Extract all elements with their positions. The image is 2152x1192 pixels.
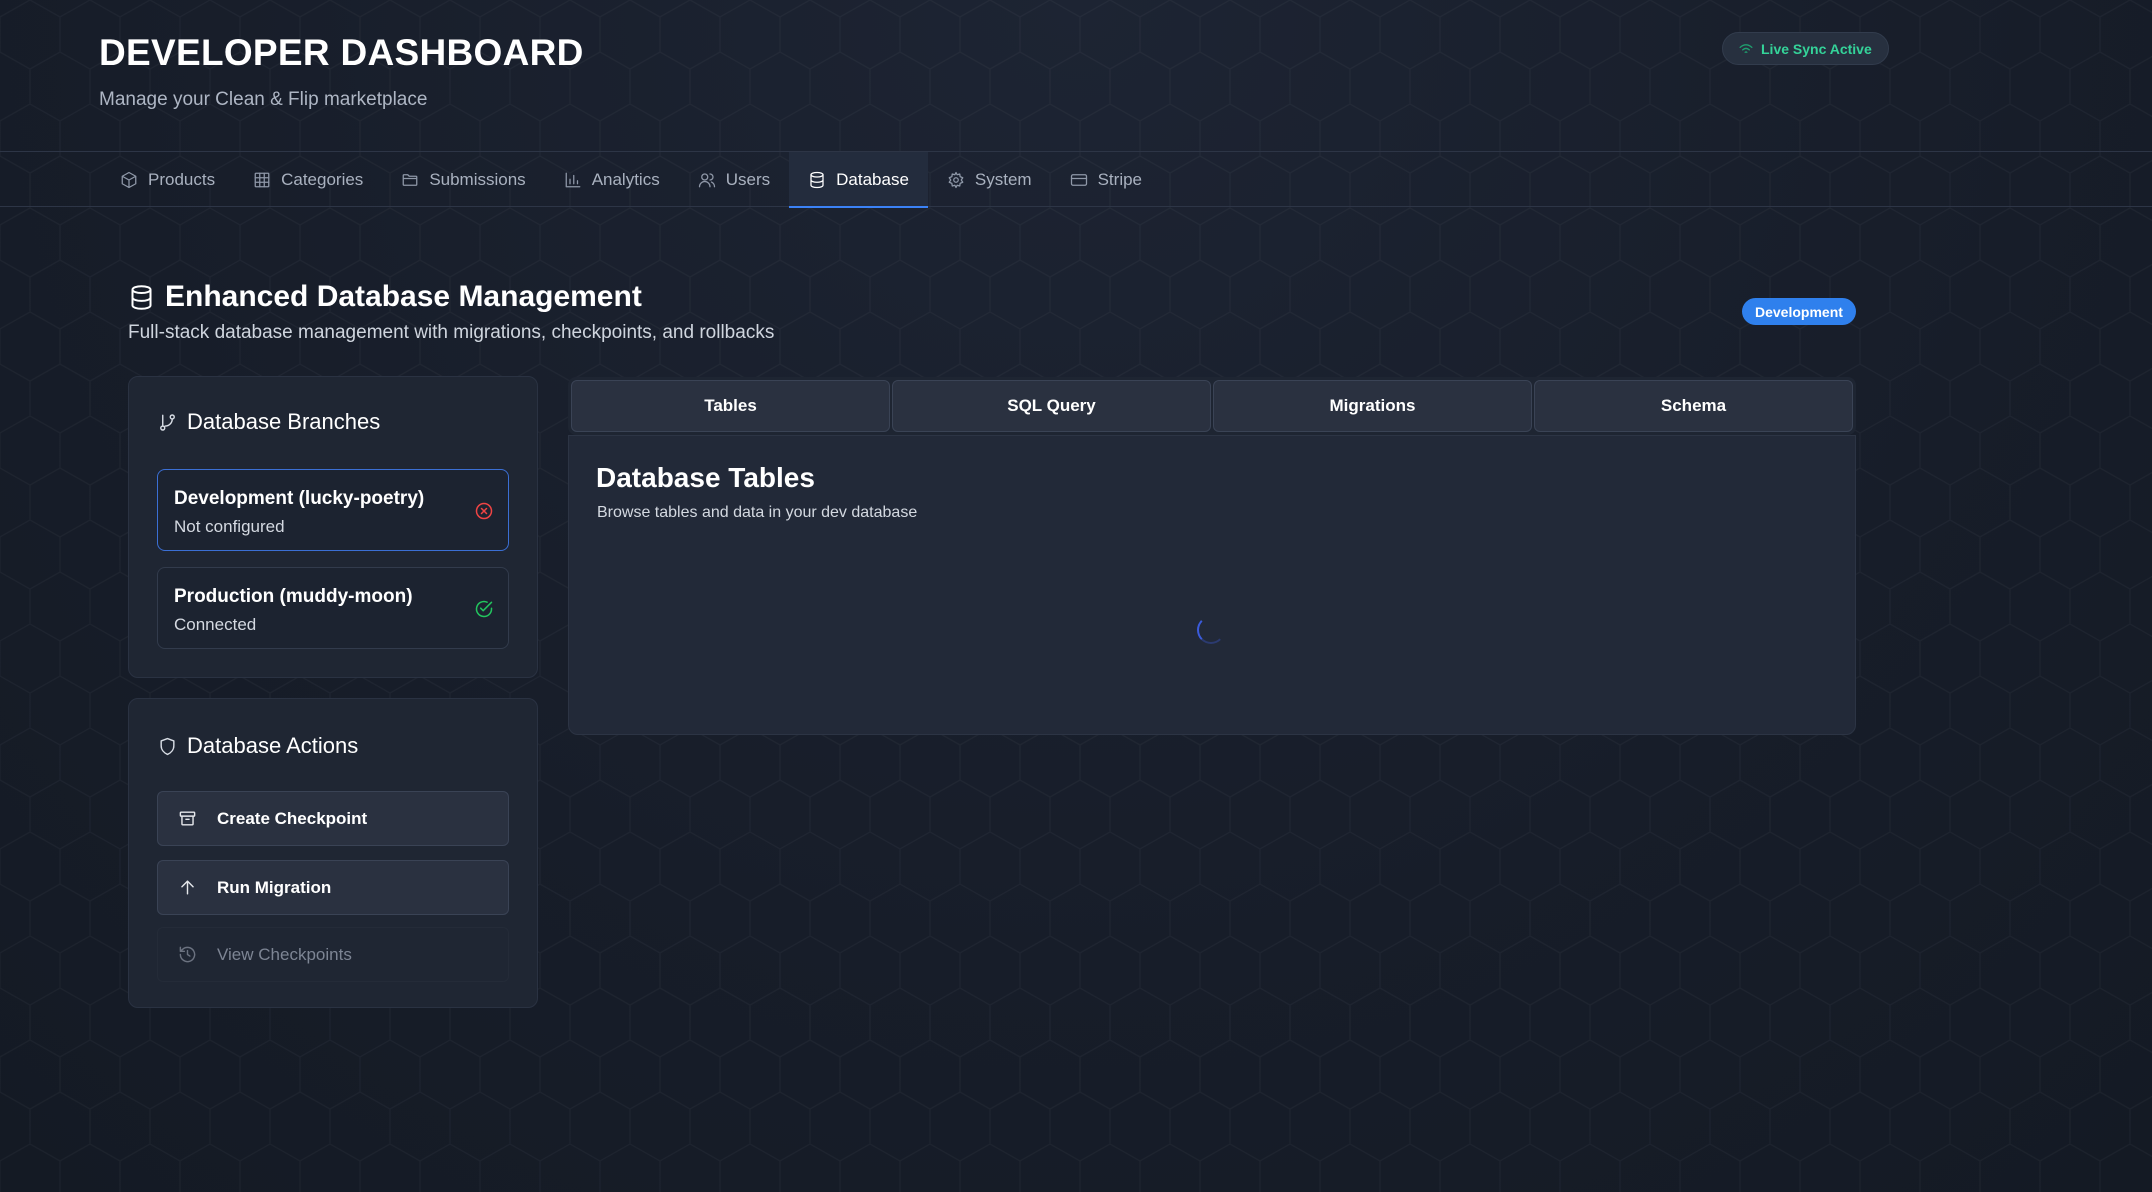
tab-system[interactable]: System <box>928 152 1051 207</box>
database-actions-card: Database Actions Create Checkpoint Run M… <box>128 698 538 1008</box>
branch-name: Development (lucky-poetry) <box>174 488 425 509</box>
branch-name: Production (muddy-moon) <box>174 586 413 607</box>
app-header: DEVELOPER DASHBOARD Manage your Clean & … <box>0 0 2152 152</box>
environment-badge: Development <box>1742 298 1856 325</box>
tab-schema[interactable]: Schema <box>1534 380 1853 432</box>
actions-title: Database Actions <box>158 733 358 759</box>
tab-label: Products <box>148 169 216 189</box>
history-icon <box>179 946 196 963</box>
bar-chart-icon <box>565 172 581 187</box>
view-checkpoints-label: View Checkpoints <box>217 944 352 964</box>
tab-label: Stripe <box>1097 169 1143 189</box>
arrow-up-icon <box>181 880 194 895</box>
database-tabs: Tables SQL Query Migrations Schema <box>568 377 1856 435</box>
loading-spinner <box>1197 616 1225 644</box>
tab-label: Users <box>725 169 771 189</box>
tab-sql-query[interactable]: SQL Query <box>892 380 1211 432</box>
tab-users[interactable]: Users <box>679 152 789 207</box>
panel-description: Browse tables and data in your dev datab… <box>597 504 918 521</box>
tab-label: Database <box>836 169 909 189</box>
grid-icon <box>254 172 270 187</box>
run-migration-button[interactable]: Run Migration <box>157 860 509 915</box>
tab-analytics[interactable]: Analytics <box>545 152 679 207</box>
branch-production[interactable]: Production (muddy-moon) Connected <box>157 567 509 649</box>
branch-status: Connected <box>174 615 257 634</box>
tab-submissions[interactable]: Submissions <box>382 152 544 207</box>
branch-development[interactable]: Development (lucky-poetry) Not configure… <box>157 469 509 551</box>
create-checkpoint-button[interactable]: Create Checkpoint <box>157 791 509 846</box>
box-icon <box>121 171 137 188</box>
tab-label: System <box>974 169 1032 189</box>
wifi-icon <box>1739 43 1753 53</box>
database-icon <box>131 284 152 310</box>
branch-status: Not configured <box>174 517 285 536</box>
database-branches-card: Database Branches Development (lucky-poe… <box>128 376 538 678</box>
credit-card-icon <box>1070 173 1087 186</box>
actions-title-label: Database Actions <box>187 733 359 758</box>
tab-database[interactable]: Database <box>789 152 928 208</box>
page-title: Enhanced Database Management <box>165 280 642 313</box>
tab-label: Submissions <box>429 169 526 189</box>
live-sync-label: Live Sync Active <box>1761 40 1872 57</box>
shield-icon <box>160 737 175 755</box>
users-icon <box>698 172 715 187</box>
gear-icon <box>948 171 964 188</box>
tab-tables[interactable]: Tables <box>571 380 890 432</box>
tab-label: Categories <box>281 169 364 189</box>
tab-label: Analytics <box>591 169 660 189</box>
create-checkpoint-label: Create Checkpoint <box>217 808 368 828</box>
database-tables-panel: Database Tables Browse tables and data i… <box>568 435 1856 735</box>
x-circle-icon <box>475 502 493 520</box>
run-migration-label: Run Migration <box>217 877 332 897</box>
app-title: DEVELOPER DASHBOARD <box>99 32 584 73</box>
folder-icon <box>402 173 418 186</box>
branches-title-label: Database Branches <box>187 409 381 434</box>
tab-categories[interactable]: Categories <box>234 152 382 207</box>
app-subtitle: Manage your Clean & Flip marketplace <box>99 89 428 110</box>
page-description: Full-stack database management with migr… <box>128 322 775 343</box>
database-icon <box>810 171 824 188</box>
panel-title: Database Tables <box>596 462 815 493</box>
tab-products[interactable]: Products <box>101 152 234 207</box>
tab-migrations[interactable]: Migrations <box>1213 380 1532 432</box>
main-nav: Products Categories Submissions Analytic… <box>0 152 2152 208</box>
check-circle-icon <box>475 600 493 618</box>
section-header: Enhanced Database Management <box>128 280 642 314</box>
view-checkpoints-button[interactable]: View Checkpoints <box>157 927 509 982</box>
live-sync-badge: Live Sync Active <box>1722 32 1889 65</box>
branches-title: Database Branches <box>158 409 380 435</box>
archive-icon <box>179 811 196 826</box>
git-branch-icon <box>160 413 175 431</box>
tab-stripe[interactable]: Stripe <box>1051 152 1161 207</box>
